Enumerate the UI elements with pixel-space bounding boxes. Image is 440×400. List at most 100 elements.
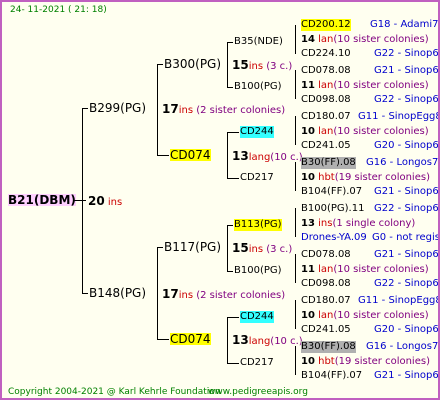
gen4-breeder: G11 - SinopEgg86R [358,111,438,122]
gen4-drone[interactable]: CD241.05 [301,324,351,336]
gen2-unit: ins [248,61,264,72]
copyright-text: Copyright 2004-2021 @ Karl Kehrle Founda… [8,387,221,397]
gen4-breeder: G18 - Adami75R [370,19,439,30]
connector [227,363,239,364]
gen4-note: (10 sister colonies) [333,126,429,137]
gen3-node-2[interactable]: B100(PG) [234,81,282,93]
pedigree-frame: 24- 11-2021 ( 21: 18) Copyright 2004-202… [0,0,440,400]
gen3-node-4[interactable]: CD217 [240,172,274,184]
connector [227,225,228,271]
gen1-note: (2 sister colonies) [196,290,286,301]
gen3-node-5[interactable]: B113(PG) [234,219,282,231]
gen4-count: 11 [301,80,315,91]
gen4-parent[interactable]: B30(FF).08 [301,157,356,169]
root-node[interactable]: B21(DBM) [8,194,76,206]
gen1-count: 17 [162,287,179,301]
connector [82,108,83,294]
site-link[interactable]: www.pedigreeapis.org [208,386,308,398]
gen4-unit: lan [318,310,334,321]
connector [82,293,88,294]
gen2-note: (10 c.) [270,336,303,347]
connector [227,271,233,272]
gen4-breeder: G16 - Longos77R [366,341,439,352]
gen4-parent[interactable]: B100(PG).11 [301,203,364,215]
gen2-node-1[interactable]: B300(PG) [164,58,221,70]
gen1-info-1: 17ins (2 sister colonies) [162,103,285,117]
gen4-parent[interactable]: CD180.07 [301,111,351,123]
gen4-breeder: G22 - Sinop62R [374,48,439,59]
connector [295,116,296,145]
gen1-node-1[interactable]: B299(PG) [89,102,146,114]
gen4-parent[interactable]: CD078.08 [301,65,351,77]
gen4-breeder: G20 - Sinop62R [374,140,439,151]
gen4-parent[interactable]: CD180.07 [301,295,351,307]
connector [295,70,296,99]
gen4-drone[interactable]: CD224.10 [301,48,351,60]
gen4-info: 10 hbt(19 sister colonies) [301,172,430,184]
gen4-count: 14 [301,34,315,45]
connector [227,317,228,363]
gen4-drone[interactable]: CD098.08 [301,278,351,290]
gen1-note: (2 sister colonies) [196,105,286,116]
gen2-info-1: 15ins (3 c.) [232,59,292,73]
gen4-parent[interactable]: CD200.12 [301,19,351,31]
gen4-parent[interactable]: B30(FF).08 [301,341,356,353]
gen4-breeder: G16 - Longos77R [366,157,439,168]
gen4-drone[interactable]: Drones-YA.09 [301,232,367,244]
gen2-unit: ins [248,244,264,255]
gen3-node-3[interactable]: CD244 [240,126,274,138]
gen1-node-2[interactable]: B148(PG) [89,287,146,299]
root-name: B21(DBM) [8,193,76,207]
gen3-node-6[interactable]: B100(PG) [234,265,282,277]
connector [227,87,233,88]
connector [157,247,158,339]
connector [227,132,239,133]
gen4-drone[interactable]: CD241.05 [301,140,351,152]
connector [227,225,233,226]
gen4-info: 13 ins(1 single colony) [301,218,415,230]
gen4-count: 10 [301,310,315,321]
gen4-note: (19 sister colonies) [334,356,430,367]
gen2-info-4: 13lang(10 c.) [232,334,303,348]
gen2-note: (3 c.) [266,244,293,255]
gen4-unit: lan [318,126,334,137]
gen4-note: (1 single colony) [332,218,416,229]
gen4-unit: lan [318,264,334,275]
gen4-unit: lan [318,34,334,45]
gen2-node-4[interactable]: CD074 [170,333,211,345]
gen4-note: (19 sister colonies) [334,172,430,183]
gen4-unit: hbt [318,356,335,367]
gen4-info: 10 lan(10 sister colonies) [301,126,429,138]
gen2-node-3[interactable]: B117(PG) [164,241,221,253]
gen4-unit: ins [318,218,333,229]
connector [157,64,163,65]
gen4-breeder: G11 - SinopEgg86R [358,295,438,306]
gen1-count: 17 [162,102,179,116]
connector [295,208,296,237]
gen4-count: 11 [301,264,315,275]
gen2-note: (10 c.) [270,152,303,163]
gen3-node-1[interactable]: B35(NDE) [234,36,283,48]
gen4-parent[interactable]: CD078.08 [301,249,351,261]
connector [295,300,296,329]
gen4-drone[interactable]: B104(FF).07 [301,186,362,198]
gen2-unit: lang [248,336,271,347]
gen2-info-3: 15ins (3 c.) [232,242,292,256]
gen4-breeder: G21 - Sinop62R [374,249,439,260]
gen2-count: 15 [232,58,249,72]
gen2-count: 13 [232,333,249,347]
gen4-breeder: G21 - Sinop62R [374,186,439,197]
gen4-breeder: G0 - not registe [372,232,440,243]
gen3-node-8[interactable]: CD217 [240,357,274,369]
gen4-count: 10 [301,126,315,137]
gen3-node-7[interactable]: CD244 [240,311,274,323]
connector [295,254,296,283]
gen4-drone[interactable]: B104(FF).07 [301,370,362,382]
gen4-breeder: G22 - Sinop62R [374,278,439,289]
gen4-info: 10 lan(10 sister colonies) [301,310,429,322]
gen4-drone[interactable]: CD098.08 [301,94,351,106]
gen2-node-2[interactable]: CD074 [170,149,211,161]
gen2-info-2: 13lang(10 c.) [232,150,303,164]
gen4-info: 14 lan(10 sister colonies) [301,34,429,46]
gen1-unit: ins [178,290,194,301]
